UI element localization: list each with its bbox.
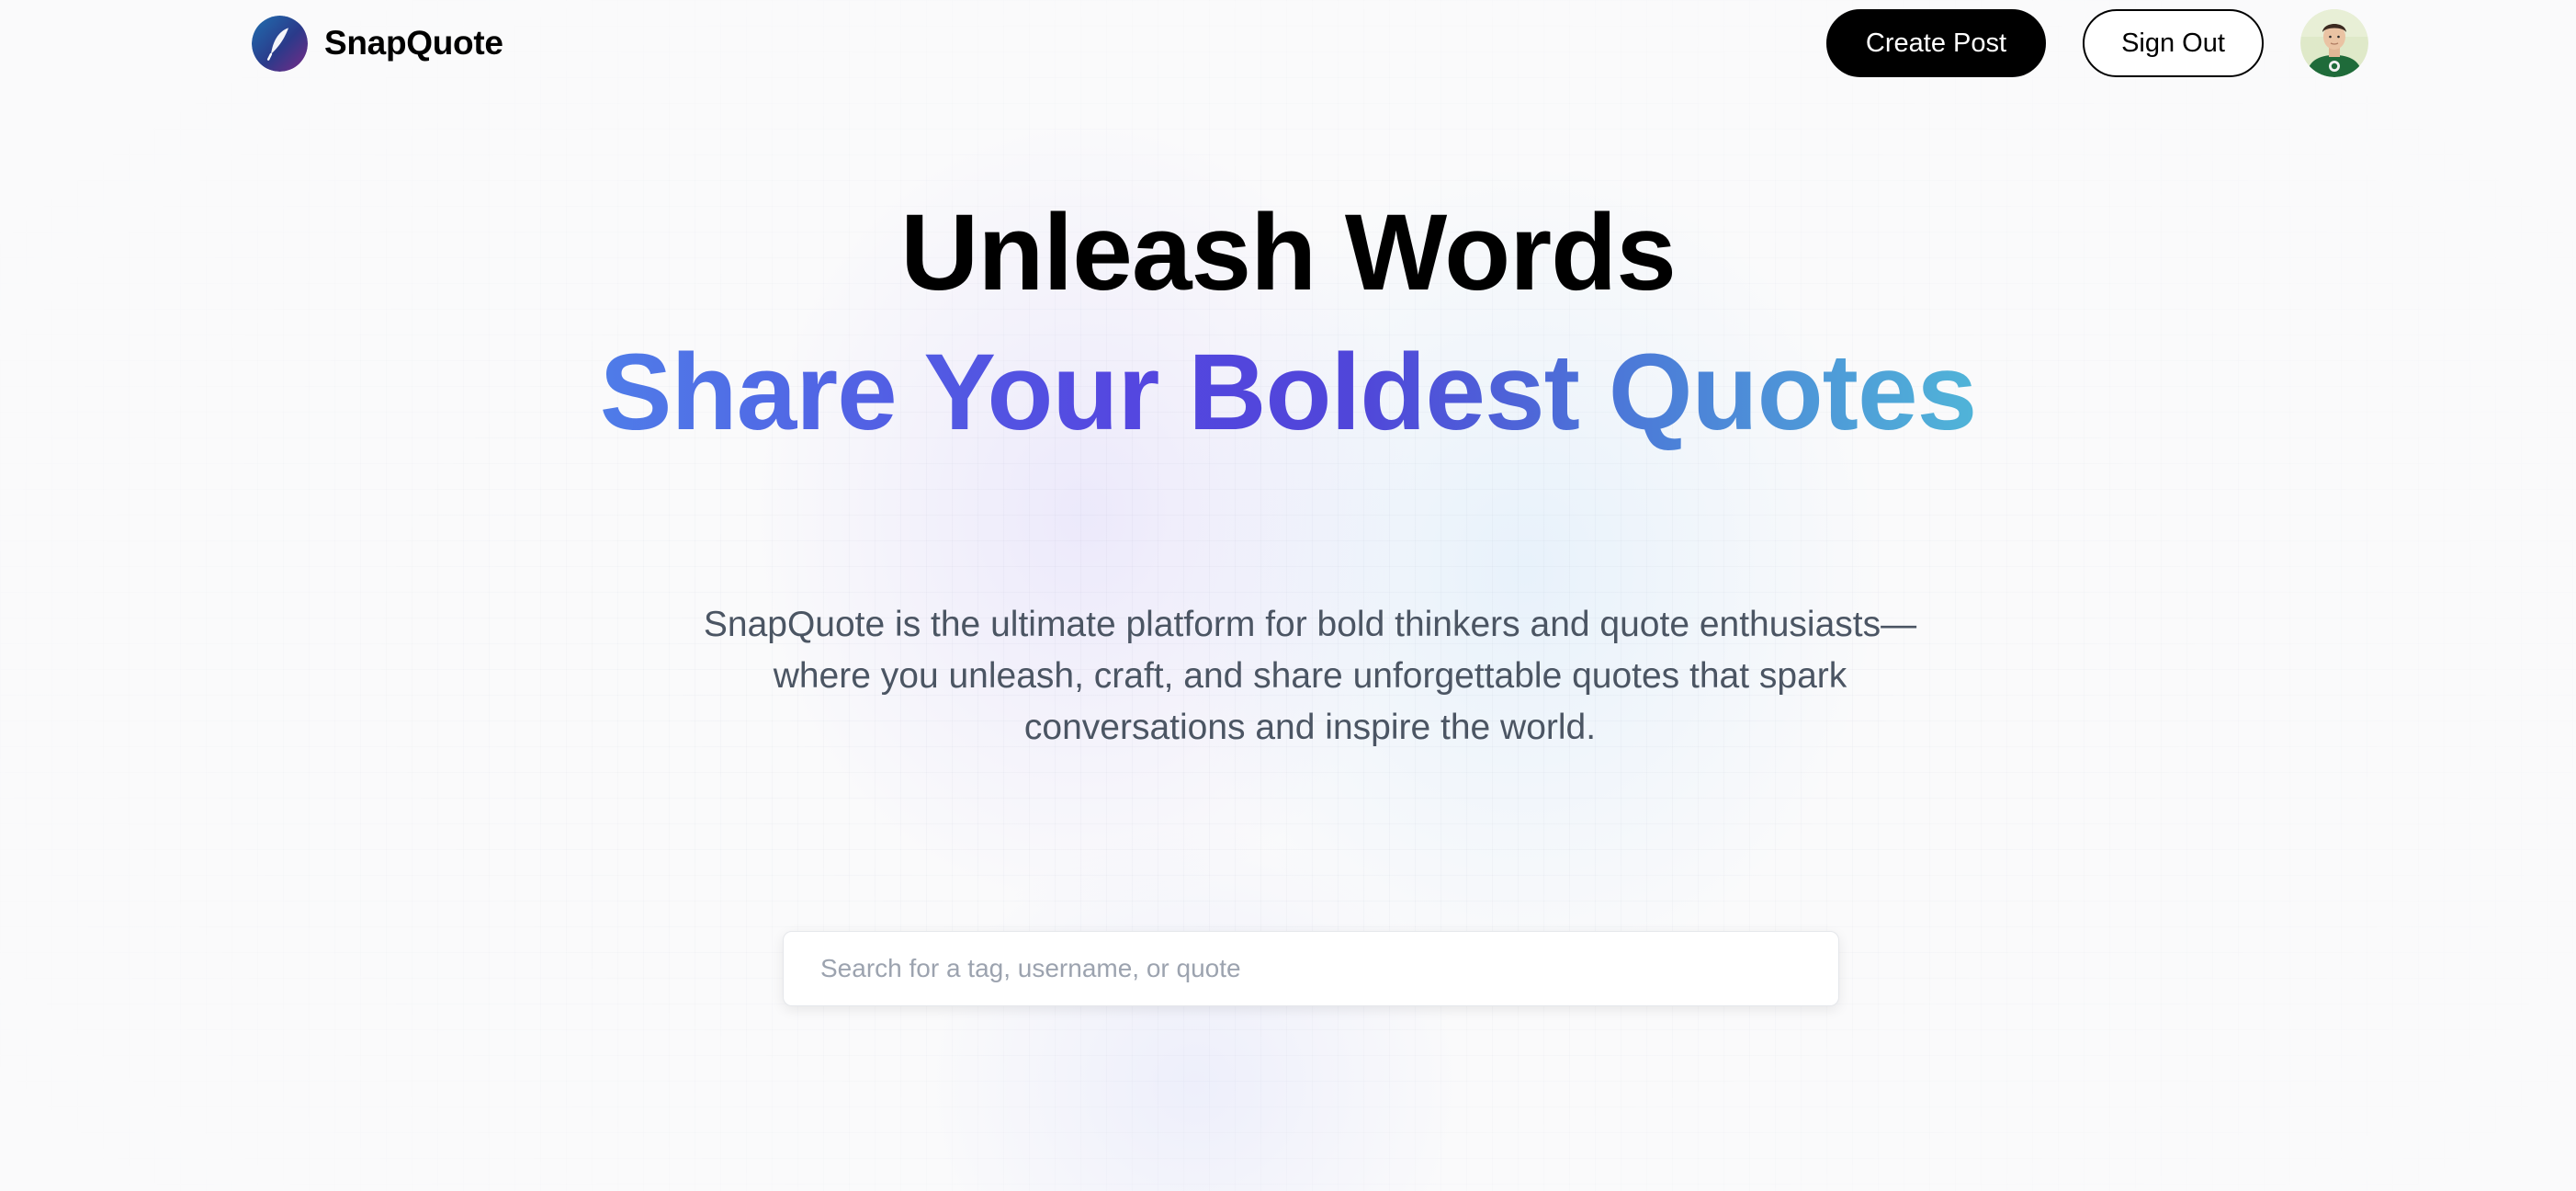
background-glow: [0, 0, 2576, 1191]
hero-description: SnapQuote is the ultimate platform for b…: [703, 605, 1917, 747]
sign-out-button[interactable]: Sign Out: [2083, 9, 2264, 77]
top-navbar: SnapQuote Create Post Sign Out: [252, 9, 2368, 77]
hero-subtitle: Share Your Boldest Quotes: [600, 328, 1977, 457]
user-avatar-icon[interactable]: [2300, 9, 2368, 77]
brand-name: SnapQuote: [324, 24, 503, 62]
feather-quill-logo-icon: [252, 15, 308, 72]
create-post-button[interactable]: Create Post: [1826, 9, 2046, 77]
brand-home-link[interactable]: SnapQuote: [252, 15, 503, 72]
search-form: [783, 931, 1839, 1006]
hero-subtitle-wrap: Share Your Boldest Quotes: [0, 328, 2576, 457]
hero-title: Unleash Words: [900, 192, 1677, 313]
nav-actions: Create Post Sign Out: [1826, 9, 2368, 77]
search-input[interactable]: [783, 931, 1839, 1006]
background-grid: [0, 0, 2576, 1191]
